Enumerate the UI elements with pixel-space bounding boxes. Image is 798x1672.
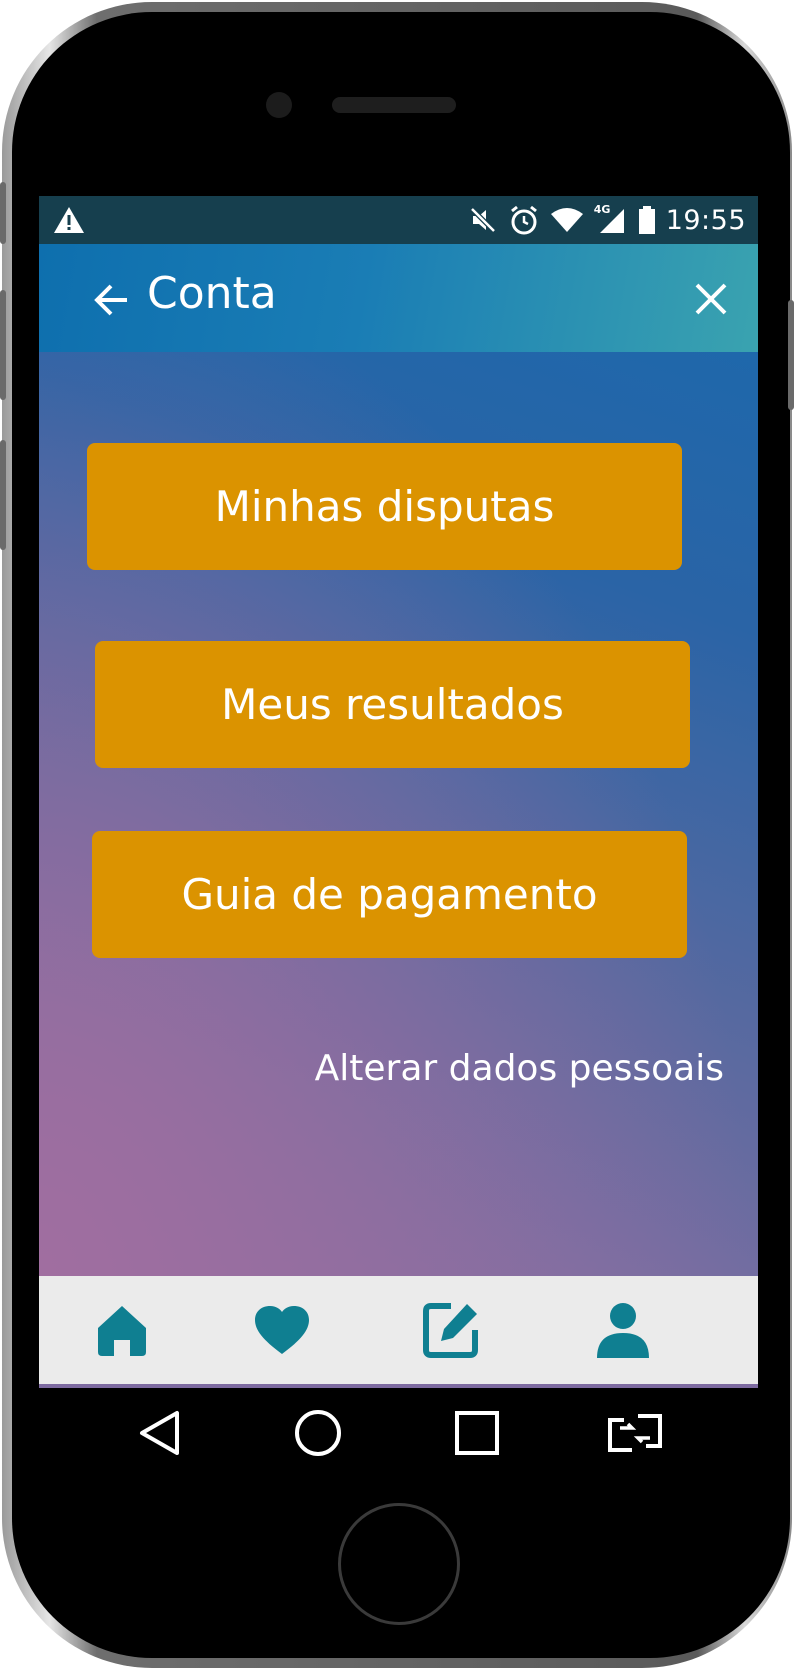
recents-square-icon xyxy=(455,1411,499,1455)
status-time: 19:55 xyxy=(665,204,746,236)
app-bar: Conta xyxy=(39,244,758,352)
side-button-volume-down xyxy=(0,440,6,550)
front-camera xyxy=(266,92,292,118)
alarm-icon xyxy=(510,205,537,235)
wifi-icon xyxy=(550,208,583,232)
nav-favorites[interactable] xyxy=(242,1290,322,1370)
page-title: Conta xyxy=(147,268,277,319)
warning-icon xyxy=(54,207,84,233)
signal-group: 4G xyxy=(594,203,628,235)
close-icon[interactable] xyxy=(692,280,730,318)
switch-apps-icon xyxy=(608,1414,662,1452)
status-icons: 4G 19:55 xyxy=(468,196,746,244)
edit-personal-data-link[interactable]: Alterar dados pessoais xyxy=(315,1048,724,1089)
earpiece-speaker xyxy=(332,97,456,113)
system-back-button[interactable] xyxy=(125,1398,195,1468)
payment-guide-button[interactable]: Guia de pagamento xyxy=(92,831,687,958)
side-button-power xyxy=(788,300,794,410)
home-icon xyxy=(98,1306,146,1356)
screen: 4G 19:55 Conta Minhas disputas Meus resu… xyxy=(39,196,758,1388)
nav-home[interactable] xyxy=(82,1290,162,1370)
app-content: Conta Minhas disputas Meus resultados Gu… xyxy=(39,244,758,1276)
arrow-left-icon[interactable] xyxy=(91,280,131,320)
system-recents-button[interactable] xyxy=(442,1398,512,1468)
edit-icon xyxy=(423,1303,478,1358)
nav-profile[interactable] xyxy=(583,1290,663,1370)
bottom-nav xyxy=(39,1276,758,1384)
status-bar: 4G 19:55 xyxy=(39,196,758,244)
nav-edit[interactable] xyxy=(411,1290,491,1370)
my-results-button[interactable]: Meus resultados xyxy=(95,641,690,768)
system-switch-button[interactable] xyxy=(600,1398,670,1468)
mute-icon xyxy=(469,207,496,233)
system-home-button[interactable] xyxy=(283,1398,353,1468)
battery-icon xyxy=(638,206,655,234)
bottom-strip xyxy=(39,1384,758,1388)
side-button-volume-up xyxy=(0,290,6,400)
signal-icon xyxy=(599,209,624,233)
side-button-mute xyxy=(0,182,6,244)
user-icon xyxy=(597,1303,649,1358)
my-disputes-button[interactable]: Minhas disputas xyxy=(87,443,682,570)
back-triangle-icon xyxy=(140,1411,179,1455)
home-circle-icon xyxy=(295,1410,341,1456)
physical-home-button[interactable] xyxy=(338,1503,460,1625)
heart-icon xyxy=(255,1306,309,1354)
